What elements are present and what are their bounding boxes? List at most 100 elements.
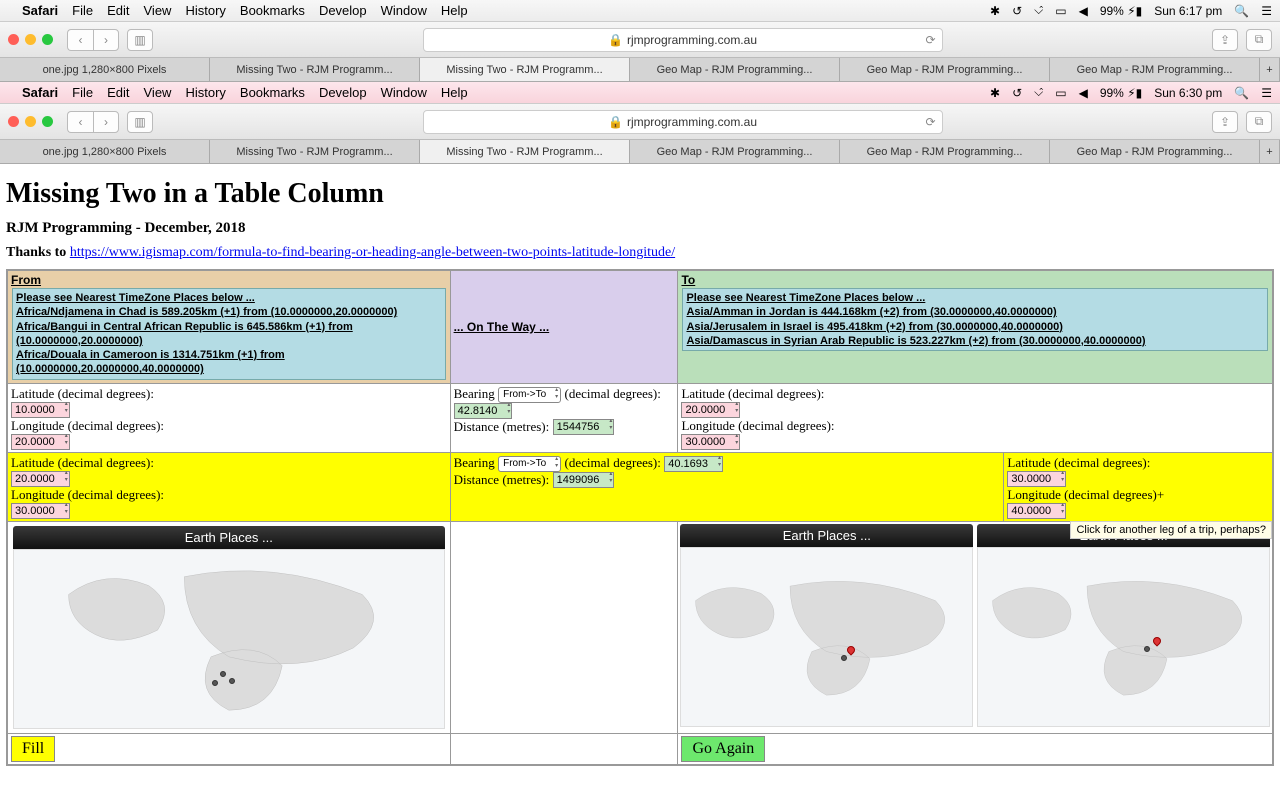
to-lat-2-input[interactable]: 30.0000 [1007,471,1066,487]
share-button[interactable]: ⇪ [1212,29,1238,51]
thanks-link[interactable]: https://www.igismap.com/formula-to-find-… [70,245,675,260]
map-body-2[interactable] [680,547,973,727]
from-lat-1-input[interactable]: 10.0000 [11,402,70,418]
menu-edit[interactable]: Edit [107,3,129,18]
bearing-2-input[interactable]: 40.1693 [664,456,723,472]
timemachine-icon-inner[interactable]: ↺ [1012,86,1022,100]
wifi-icon-inner[interactable]: ⌵̂ [1034,85,1043,100]
zoom-button-inner[interactable] [42,116,53,127]
fill-button[interactable]: Fill [11,736,55,762]
menu-view[interactable]: View [144,3,172,18]
reload-icon[interactable]: ⟳ [925,33,935,47]
battery-status[interactable]: 99% ⚡︎▮ [1100,4,1142,18]
tab-3[interactable]: Missing Two - RJM Programm... [420,58,630,81]
sidebar-button[interactable]: ▥ [127,29,153,51]
new-tab-button-inner[interactable]: + [1260,140,1280,163]
cell-to-1: Latitude (decimal degrees): 20.0000 Long… [678,383,1273,452]
app-name-inner[interactable]: Safari [22,85,58,100]
menu-help-inner[interactable]: Help [441,85,468,100]
avast-icon[interactable]: ✱ [990,4,1000,18]
menu-edit-inner[interactable]: Edit [107,85,129,100]
clock[interactable]: Sun 6:17 pm [1154,4,1222,18]
menu-history[interactable]: History [185,3,225,18]
zoom-button[interactable] [42,34,53,45]
spotlight-icon[interactable]: 🔍 [1234,4,1249,18]
menu-bookmarks[interactable]: Bookmarks [240,3,305,18]
to-lon-2-input[interactable]: 40.0000 [1007,503,1066,519]
map-body-3[interactable] [977,547,1270,727]
tab-inner-1[interactable]: one.jpg 1,280×800 Pixels [0,140,210,163]
minimize-button[interactable] [25,34,36,45]
cell-to-2: Latitude (decimal degrees): 30.0000 Long… [1004,452,1273,521]
tab-inner-4[interactable]: Geo Map - RJM Programming... [630,140,840,163]
sidebar-button-inner[interactable]: ▥ [127,111,153,133]
menu-file[interactable]: File [72,3,93,18]
tab-6[interactable]: Geo Map - RJM Programming... [1050,58,1260,81]
from-lon-2-input[interactable]: 30.0000 [11,503,70,519]
tab-bar-outer: one.jpg 1,280×800 Pixels Missing Two - R… [0,58,1280,82]
from-lon-1-input[interactable]: 20.0000 [11,434,70,450]
display-icon[interactable]: ▭ [1055,4,1066,18]
address-bar-inner[interactable]: 🔒 rjmprogramming.com.au ⟳ [423,110,943,134]
menu-develop[interactable]: Develop [319,3,367,18]
clock-inner[interactable]: Sun 6:30 pm [1154,86,1222,100]
volume-icon-inner[interactable]: ◀ [1079,86,1088,100]
menu-history-inner[interactable]: History [185,85,225,100]
notification-icon-inner[interactable]: ☰ [1261,86,1272,100]
tabs-button-inner[interactable]: ⧉ [1246,111,1272,133]
tab-inner-3[interactable]: Missing Two - RJM Programm... [420,140,630,163]
notification-icon[interactable]: ☰ [1261,4,1272,18]
back-button[interactable]: ‹ [67,29,93,51]
map-cell-1: Earth Places ... [7,521,450,733]
to-lon-1-input[interactable]: 30.0000 [681,434,740,450]
map-cell-empty [450,521,678,733]
tab-inner-2[interactable]: Missing Two - RJM Programm... [210,140,420,163]
map-body-1[interactable] [13,549,445,729]
menu-develop-inner[interactable]: Develop [319,85,367,100]
menu-view-inner[interactable]: View [144,85,172,100]
distance-1-input[interactable]: 1544756 [553,419,615,435]
header-from: From Please see Nearest TimeZone Places … [7,270,450,383]
back-button-inner[interactable]: ‹ [67,111,93,133]
forward-button-inner[interactable]: › [93,111,119,133]
distance-2-input[interactable]: 1499096 [553,472,615,488]
avast-icon-inner[interactable]: ✱ [990,86,1000,100]
menu-help[interactable]: Help [441,3,468,18]
from-lat-2-input[interactable]: 20.0000 [11,471,70,487]
tabs-button[interactable]: ⧉ [1246,29,1272,51]
menu-window[interactable]: Window [381,3,427,18]
battery-status-inner[interactable]: 99% ⚡︎▮ [1100,86,1142,100]
minimize-button-inner[interactable] [25,116,36,127]
bearing-1-input[interactable]: 42.8140 [454,403,513,419]
tab-1[interactable]: one.jpg 1,280×800 Pixels [0,58,210,81]
close-button[interactable] [8,34,19,45]
go-again-button[interactable]: Go Again [681,736,765,762]
direction-select-1[interactable]: From->To [498,387,561,403]
tab-inner-5[interactable]: Geo Map - RJM Programming... [840,140,1050,163]
forward-button[interactable]: › [93,29,119,51]
app-name[interactable]: Safari [22,3,58,18]
menu-file-inner[interactable]: File [72,85,93,100]
direction-select-2[interactable]: From->To [498,456,561,472]
to-lat-1-input[interactable]: 20.0000 [681,402,740,418]
new-tab-button[interactable]: + [1260,58,1280,81]
menu-bookmarks-inner[interactable]: Bookmarks [240,85,305,100]
volume-icon[interactable]: ◀ [1079,4,1088,18]
wifi-icon[interactable]: ⌵̂ [1034,3,1043,18]
menu-window-inner[interactable]: Window [381,85,427,100]
timemachine-icon[interactable]: ↺ [1012,4,1022,18]
close-button-inner[interactable] [8,116,19,127]
tooltip: Click for another leg of a trip, perhaps… [1070,521,1272,539]
share-button-inner[interactable]: ⇪ [1212,111,1238,133]
address-bar[interactable]: 🔒 rjmprogramming.com.au ⟳ [423,28,943,52]
display-icon-inner[interactable]: ▭ [1055,86,1066,100]
tab-inner-6[interactable]: Geo Map - RJM Programming... [1050,140,1260,163]
tab-4[interactable]: Geo Map - RJM Programming... [630,58,840,81]
reload-icon-inner[interactable]: ⟳ [925,115,935,129]
tab-5[interactable]: Geo Map - RJM Programming... [840,58,1050,81]
tab-2[interactable]: Missing Two - RJM Programm... [210,58,420,81]
page-subtitle: RJM Programming - December, 2018 [6,220,1274,237]
url-text: rjmprogramming.com.au [627,33,757,47]
map-cell-right: Earth Places ... Earth Places ... [678,521,1273,733]
spotlight-icon-inner[interactable]: 🔍 [1234,86,1249,100]
